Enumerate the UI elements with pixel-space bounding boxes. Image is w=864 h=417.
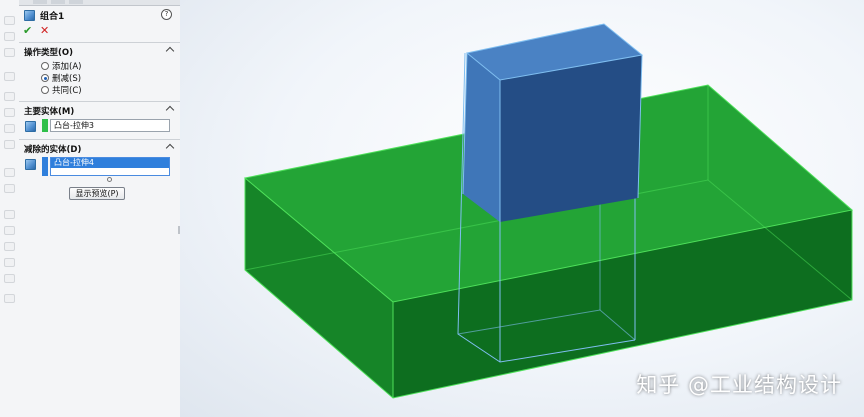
section-header: 主要实体(M)	[24, 107, 75, 117]
list-item[interactable]: 凸台-拉伸4	[51, 158, 169, 168]
main-body-color-bar	[42, 119, 48, 132]
radio-label: 添加(A)	[52, 62, 82, 72]
solid-body-icon	[25, 159, 36, 170]
tool-body-left-face[interactable]	[463, 53, 500, 222]
radio-common[interactable]: 共同(C)	[41, 84, 82, 96]
main-body-section: 主要实体(M) 凸台-拉伸3	[19, 101, 180, 139]
radio-button[interactable]	[41, 86, 49, 94]
tree-icon[interactable]	[4, 32, 15, 41]
tree-icon[interactable]	[4, 210, 15, 219]
section-header: 操作类型(O)	[24, 48, 73, 58]
subtract-body-color-bar	[42, 157, 48, 176]
panel-tab-bar	[19, 0, 180, 6]
tree-icon[interactable]	[4, 226, 15, 235]
radio-subtract[interactable]: 删减(S)	[41, 72, 81, 84]
tree-icon[interactable]	[4, 168, 15, 177]
combine-feature-icon	[24, 9, 35, 21]
ok-button[interactable]: ✔	[23, 24, 32, 37]
collapse-chevron-icon[interactable]	[165, 105, 175, 115]
operation-type-section: 操作类型(O) 添加(A) 删减(S) 共同(C)	[19, 42, 180, 101]
resize-grip-icon[interactable]	[107, 177, 112, 182]
subtract-bodies-list[interactable]: 凸台-拉伸4	[50, 157, 170, 176]
panel-tab[interactable]	[33, 0, 47, 4]
tree-icon[interactable]	[4, 124, 15, 133]
radio-label: 共同(C)	[52, 86, 82, 96]
radio-button[interactable]	[41, 62, 49, 70]
tree-icon[interactable]	[4, 72, 15, 81]
radio-button[interactable]	[41, 74, 49, 82]
tree-icon[interactable]	[4, 274, 15, 283]
panel-header: 组合1	[24, 8, 64, 22]
cancel-button[interactable]: ✕	[40, 24, 49, 37]
tree-icon[interactable]	[4, 258, 15, 267]
collapse-chevron-icon[interactable]	[165, 143, 175, 153]
tree-icon[interactable]	[4, 184, 15, 193]
tree-icon[interactable]	[4, 242, 15, 251]
property-manager-panel: 组合1 ? ✔ ✕ 操作类型(O) 添加(A) 删减(S) 共同(C) 主要实体…	[0, 0, 181, 417]
help-icon[interactable]: ?	[161, 9, 172, 20]
tree-icon[interactable]	[4, 294, 15, 303]
tree-icon[interactable]	[4, 108, 15, 117]
watermark: 知乎 @工业结构设计	[636, 373, 842, 397]
graphics-viewport[interactable]: 知乎 @工业结构设计	[180, 0, 864, 417]
subtract-bodies-section: 减除的实体(D) 凸台-拉伸4 显示预览(P)	[19, 139, 180, 206]
collapse-chevron-icon[interactable]	[165, 46, 175, 56]
tree-icon[interactable]	[4, 48, 15, 57]
model-view	[243, 23, 854, 399]
feature-tree-strip	[0, 0, 19, 305]
panel-title: 组合1	[40, 11, 65, 22]
tree-icon[interactable]	[4, 92, 15, 101]
show-preview-button[interactable]: 显示预览(P)	[69, 187, 125, 200]
tree-icon[interactable]	[4, 16, 15, 25]
section-header: 减除的实体(D)	[24, 145, 82, 155]
panel-tab[interactable]	[69, 0, 83, 4]
radio-label: 删减(S)	[52, 74, 82, 84]
panel-tab[interactable]	[51, 0, 65, 4]
tree-icon[interactable]	[4, 140, 15, 149]
solid-body-icon	[25, 121, 36, 132]
main-body-field[interactable]: 凸台-拉伸3	[50, 119, 170, 132]
radio-add[interactable]: 添加(A)	[41, 60, 81, 72]
tool-body-front-face[interactable]	[500, 55, 642, 222]
